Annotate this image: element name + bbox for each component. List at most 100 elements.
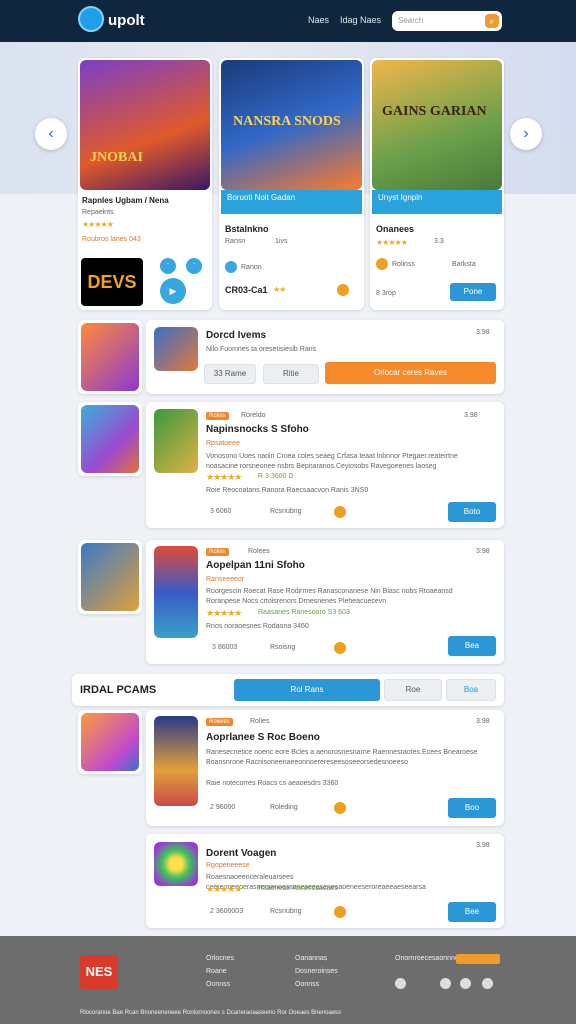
star-icon: ★★ <box>273 285 286 294</box>
card-meta: Roubros lanes 043 <box>82 236 141 243</box>
item-stats: R 3 3600 D <box>258 473 294 480</box>
footer-link[interactable]: Oonnss <box>206 981 230 988</box>
item-meta: Roie Reocoatans Ranora Raecsaacvon Ranis… <box>206 487 369 494</box>
item-description: Ruorgescin Roecat Rase Rodirmes Ranascon… <box>206 588 453 605</box>
social-icon[interactable] <box>482 978 493 989</box>
logo-text[interactable]: upolt <box>108 12 145 29</box>
section-header: IRDAL PCAMS Rol Rans Roe Boa <box>72 674 504 706</box>
item-button[interactable]: Boto <box>448 502 496 522</box>
footer-logo[interactable]: NES <box>80 955 118 989</box>
search-input[interactable]: Search ⌕ <box>392 11 502 31</box>
card-tag: Rolinss <box>392 261 415 268</box>
top-header: upolt Naes Idag Naes Search ⌕ <box>0 0 576 42</box>
featured-rating: 3.98 <box>476 329 490 336</box>
item-rating: 3.98 <box>476 842 490 849</box>
item-stat: Rcsriubng <box>270 908 302 915</box>
item-tag: Roreldo <box>241 412 266 419</box>
game-art: NANSRA SNODS <box>221 60 362 190</box>
list-item[interactable]: Dorent Voagen 3.98 Rgopeneeese Roaesnaoe… <box>146 834 504 928</box>
tab-1[interactable]: Rol Rans <box>234 679 380 701</box>
game-art: JNOBAI <box>80 60 210 190</box>
featured-button-1[interactable]: 33 Rame <box>204 364 256 384</box>
item-rating: 3.98 <box>464 412 478 419</box>
game-art <box>81 713 139 771</box>
item-title: Dorent Voagen <box>206 848 277 859</box>
footer-link[interactable]: Onornroecesaonnnes <box>395 955 462 962</box>
item-rating: 3.98 <box>476 718 490 725</box>
list-item[interactable]: Rolies Roreldo 3.98 Napinsnocks S Sfoho … <box>146 402 504 528</box>
footer-link[interactable]: Orlocnes <box>206 955 234 962</box>
dot-icon: · <box>160 258 176 274</box>
game-art <box>154 716 198 806</box>
nav-item-2[interactable]: Idag Naes <box>340 15 381 25</box>
tab-3[interactable]: Boa <box>446 679 496 701</box>
item-stat: 2 96000 <box>210 804 236 811</box>
game-logo: DEVS <box>81 258 143 306</box>
social-icon[interactable] <box>440 978 451 989</box>
featured-card[interactable]: Dorcd Ivems Nilo Fuomnes ta oresetisiesl… <box>146 320 504 394</box>
card-subtitle: Repaelnts <box>82 209 114 216</box>
item-button[interactable]: Bea <box>448 636 496 656</box>
item-description: Vonosono Uoes naoln Croea coles seaeg Cr… <box>206 453 458 470</box>
star-rating: ★★★★★ <box>206 472 242 482</box>
item-description: Ranesecnetice noenc eore Bcles a aenoros… <box>206 749 478 766</box>
search-icon[interactable]: ⌕ <box>485 14 499 28</box>
section-title: IRDAL PCAMS <box>80 684 157 696</box>
carousel-next-icon[interactable]: › <box>510 118 542 150</box>
item-subtitle: Rgopeneeese <box>206 862 250 869</box>
item-button[interactable]: Boo <box>448 798 496 818</box>
item-stat: 3 6060 <box>210 508 232 515</box>
card-subtitle: Bstalnkno <box>225 224 269 234</box>
star-rating: ★★★★★ <box>206 884 242 894</box>
carousel-prev-icon[interactable]: ‹ <box>35 118 67 150</box>
footer-link[interactable]: Oonnss <box>295 981 319 988</box>
item-button[interactable]: Bee <box>448 902 496 922</box>
card-meta: 8 3rop <box>376 290 396 297</box>
item-stats: Raaeneae Ranerosaoaes <box>258 885 338 892</box>
item-tag: Rolies <box>250 718 270 725</box>
card-count: 3.3 <box>434 238 444 245</box>
card-tag: Barksta <box>452 261 476 268</box>
featured-thumb[interactable] <box>78 320 142 394</box>
list-thumb[interactable] <box>78 402 142 476</box>
list-item[interactable]: Rolies Rolees 3.98 Aopelpan 11ni Sfoho R… <box>146 540 504 664</box>
social-icon[interactable] <box>395 978 406 989</box>
play-icon[interactable]: ▶ <box>160 278 186 304</box>
item-meta: Raie notecorres Roacs cs aeaoesdrs 3360 <box>206 780 339 787</box>
tag-badge: Rolies <box>206 412 229 420</box>
footer-link[interactable]: Roane <box>206 968 227 975</box>
card-title: Rapnles Ugbam / Nena <box>82 196 169 205</box>
social-icon[interactable] <box>460 978 471 989</box>
nav-item-1[interactable]: Naes <box>308 15 329 25</box>
logo-icon[interactable] <box>78 6 104 32</box>
game-art <box>154 409 198 473</box>
hero-card-2[interactable]: NANSRA SNODS Boruoti Noit Gadan Bstalnkn… <box>219 58 364 310</box>
hero-card-1[interactable]: JNOBAI Rapnles Ugbam / Nena Repaelnts ★★… <box>78 58 212 310</box>
tab-2[interactable]: Roe <box>384 679 442 701</box>
footer-link[interactable]: Oanannas <box>295 955 327 962</box>
item-stat: 2 3600003 <box>210 908 244 915</box>
footer-badge <box>456 954 500 964</box>
coin-icon <box>334 506 346 518</box>
list-thumb[interactable] <box>78 710 142 774</box>
coin-icon <box>334 906 346 918</box>
hero-card-3[interactable]: GAINS GARIAN Unyst Ignpln Onanees ★★★★★ … <box>370 58 504 310</box>
list-thumb[interactable] <box>78 540 142 614</box>
item-meta: Rnos noraoesnes Rodaona 3460 <box>206 623 309 630</box>
featured-button-3[interactable]: Orlocar ceres Raves <box>325 362 496 384</box>
dot-icon: · <box>186 258 202 274</box>
list-item[interactable]: Roleres Rolies 3.98 Aoprlanee S Roc Boen… <box>146 710 504 826</box>
star-rating: ★★★★★ <box>82 220 114 229</box>
tag-badge: Rolies <box>206 548 229 556</box>
featured-button-2[interactable]: Ritie <box>263 364 319 384</box>
coin-icon <box>376 258 388 270</box>
game-art <box>81 543 139 611</box>
star-rating: ★★★★★ <box>206 608 242 618</box>
footer-copyright: Rlocoranoe Bae Rcan Bnoneeneneee Ronlorn… <box>80 1010 342 1016</box>
item-rating: 3.98 <box>476 548 490 555</box>
footer-link[interactable]: Dosneroinses <box>295 968 338 975</box>
card-button[interactable]: Pone <box>450 283 496 301</box>
card-strip: Unyst Ignpln <box>372 190 502 214</box>
item-stat: Roleding <box>270 804 298 811</box>
card-footer: CR03-Ca1 <box>225 285 268 295</box>
